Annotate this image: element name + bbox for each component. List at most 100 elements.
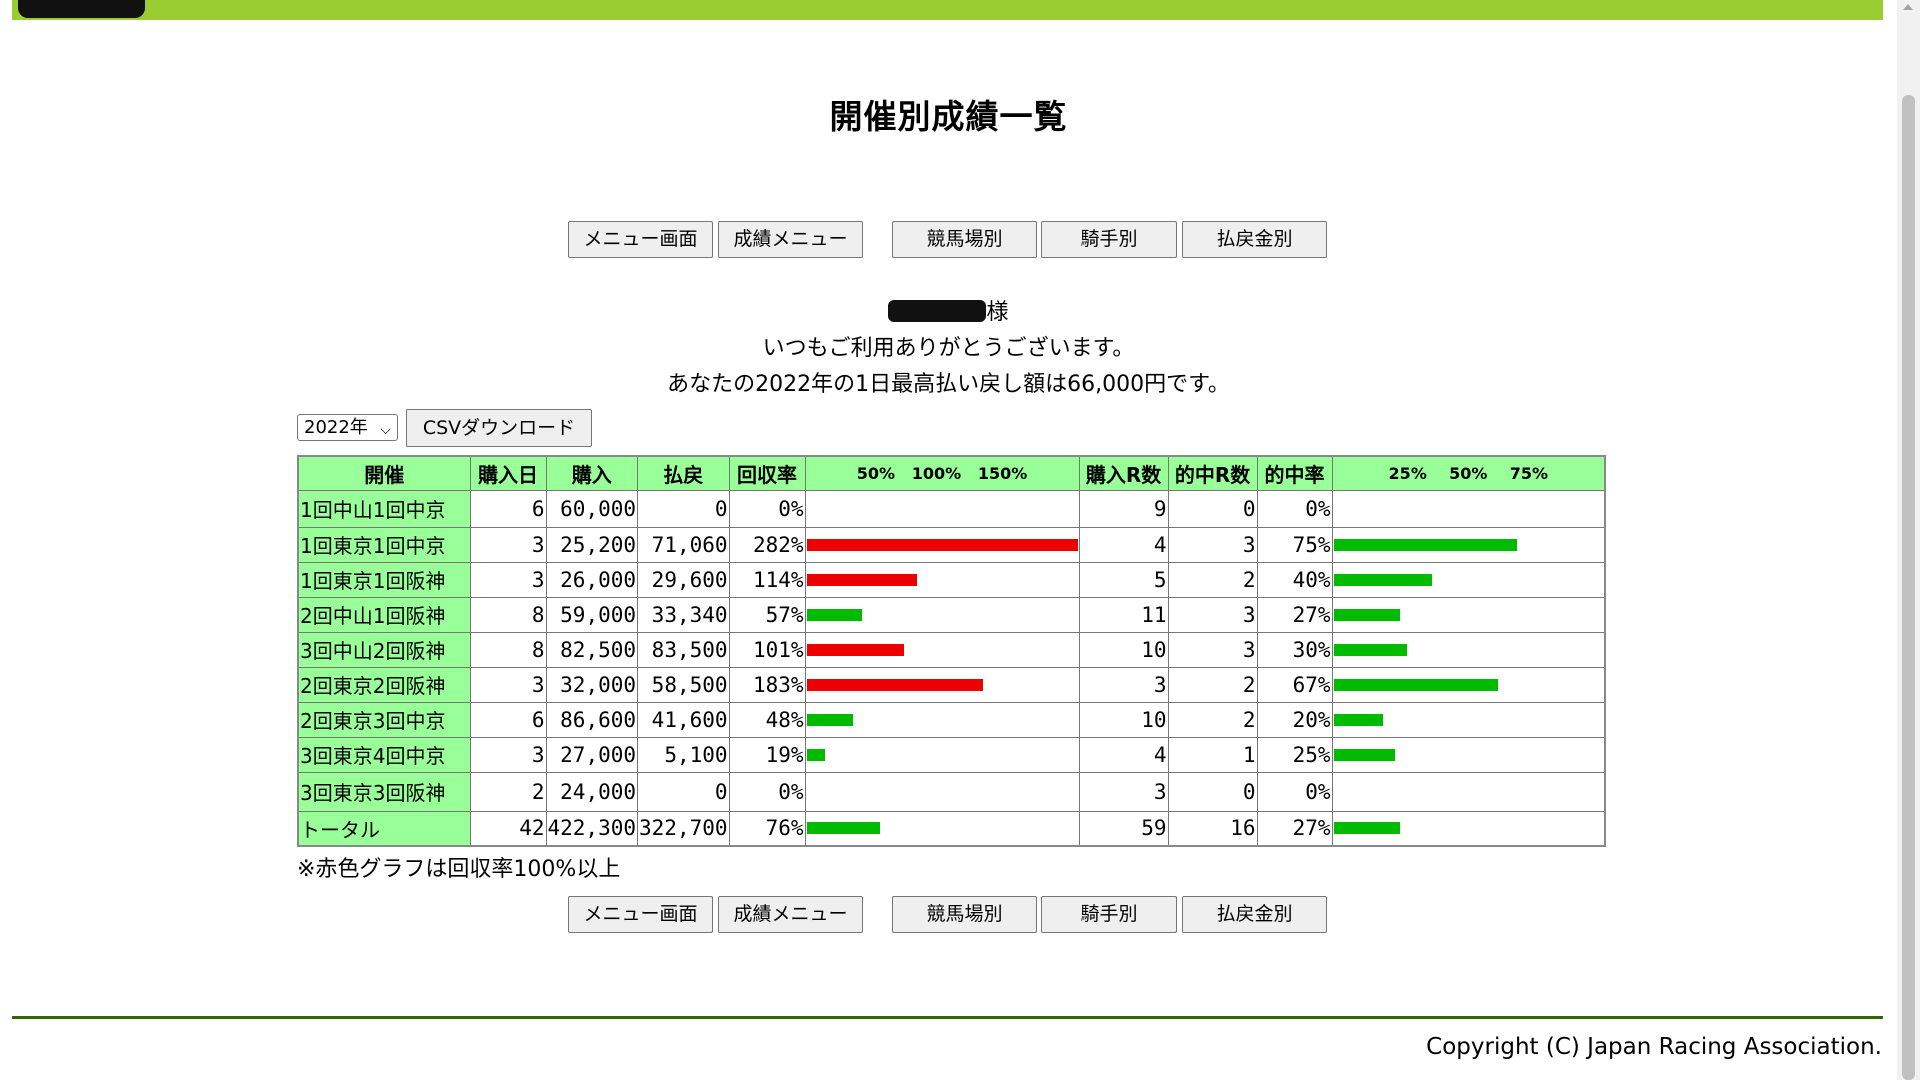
cell-return-rate-graph [804, 810, 1080, 847]
cell-meeting: 1回中山1回中京 [297, 489, 471, 528]
table-row: 1回東京1回阪神 3 26,000 29,600 114% 5 2 40% [297, 561, 1606, 598]
by-jockey-button[interactable]: 騎手別 [1041, 221, 1177, 258]
cell-races-bought: 59 [1078, 810, 1169, 847]
cell-purchase-days: 6 [469, 701, 547, 738]
by-payout-button[interactable]: 払戻金別 [1182, 896, 1327, 933]
col-return-rate-graph: 50% 100% 150% [804, 455, 1080, 491]
honorific: 様 [986, 300, 1009, 325]
cell-hit-rate: 20% [1256, 701, 1333, 738]
by-jockey-button[interactable]: 騎手別 [1041, 896, 1177, 933]
table-row: 3回東京4回中京 3 27,000 5,100 19% 4 1 25% [297, 736, 1606, 773]
page: 開催別成績一覧 メニュー画面 成績メニュー 競馬場別 騎手別 払戻金別 様 いつ… [0, 0, 1897, 1080]
greeting: 様 いつもご利用ありがとうございます。 あなたの2022年の1日最高払い戻し額は… [0, 295, 1897, 403]
cell-hit-rate-graph [1331, 489, 1606, 528]
hit-rate-bar [1333, 822, 1400, 835]
by-racecourse-button[interactable]: 競馬場別 [892, 221, 1037, 258]
chevron-down-icon: ⌵ [380, 422, 391, 438]
redacted-logo [18, 0, 145, 18]
return-rate-bar [806, 822, 880, 835]
cell-return-rate-graph [804, 526, 1080, 563]
cell-races-hit: 2 [1167, 666, 1258, 703]
col-hit-rate-graph: 25% 50% 75% [1331, 455, 1606, 491]
graph-note: ※赤色グラフは回収率100%以上 [297, 857, 621, 882]
cell-purchase: 59,000 [545, 596, 639, 633]
cell-hit-rate: 67% [1256, 666, 1333, 703]
by-racecourse-button[interactable]: 競馬場別 [892, 896, 1037, 933]
cell-races-hit: 2 [1167, 701, 1258, 738]
cell-hit-rate-graph [1331, 701, 1606, 738]
footer-divider [12, 1016, 1883, 1019]
cell-races-hit: 3 [1167, 526, 1258, 563]
results-menu-button[interactable]: 成績メニュー [718, 221, 863, 258]
cell-hit-rate-graph [1331, 736, 1606, 773]
results-table: 開催 購入日 購入 払戻 回収率 50% 100% 150% 購入R数 的中R数… [297, 455, 1607, 847]
cell-purchase-days: 8 [469, 596, 547, 633]
menu-screen-button[interactable]: メニュー画面 [568, 896, 713, 933]
cell-purchase-days: 3 [469, 526, 547, 563]
cell-meeting: 3回中山2回阪神 [297, 631, 471, 668]
cell-purchase-days: 8 [469, 631, 547, 668]
page-title: 開催別成績一覧 [829, 97, 1068, 136]
scrollbar-thumb[interactable] [1902, 95, 1915, 1080]
cell-purchase: 27,000 [545, 736, 639, 773]
cell-purchase-days: 6 [469, 489, 547, 528]
hit-rate-bar [1333, 608, 1400, 621]
cell-purchase-days: 42 [469, 810, 547, 847]
cell-payout: 322,700 [637, 810, 730, 847]
cell-hit-rate: 40% [1256, 561, 1333, 598]
csv-download-button[interactable]: CSVダウンロード [406, 409, 592, 447]
cell-races-hit: 3 [1167, 631, 1258, 668]
cell-return-rate: 48% [728, 701, 806, 738]
cell-hit-rate-graph [1331, 526, 1606, 563]
cell-purchase-days: 3 [469, 736, 547, 773]
header-bar [12, 0, 1883, 20]
redacted-user-name [888, 300, 987, 322]
cell-races-bought: 5 [1078, 561, 1169, 598]
cell-meeting: 1回東京1回阪神 [297, 561, 471, 598]
cell-races-bought: 10 [1078, 701, 1169, 738]
max-payout-prefix: あなたの [667, 372, 756, 397]
menu-screen-button[interactable]: メニュー画面 [568, 221, 713, 258]
col-payout: 払戻 [637, 455, 730, 491]
cell-hit-rate: 27% [1256, 596, 1333, 633]
cell-return-rate-graph [804, 701, 1080, 738]
return-rate-bar [806, 678, 983, 691]
cell-return-rate: 0% [728, 771, 806, 812]
cell-hit-rate: 0% [1256, 489, 1333, 528]
vertical-scrollbar[interactable] [1897, 0, 1920, 1080]
cell-return-rate: 183% [728, 666, 806, 703]
cell-purchase-days: 3 [469, 561, 547, 598]
table-row: 1回中山1回中京 6 60,000 0 0% 9 0 0% [297, 489, 1606, 528]
col-return-rate: 回収率 [728, 455, 806, 491]
cell-return-rate: 76% [728, 810, 806, 847]
cell-return-rate: 19% [728, 736, 806, 773]
results-menu-button[interactable]: 成績メニュー [718, 896, 863, 933]
by-payout-button[interactable]: 払戻金別 [1182, 221, 1327, 258]
table-row: 2回東京3回中京 6 86,600 41,600 48% 10 2 20% [297, 701, 1606, 738]
cell-return-rate-graph [804, 771, 1080, 812]
cell-hit-rate-graph [1331, 771, 1606, 812]
cell-payout: 71,060 [637, 526, 730, 563]
cell-races-hit: 16 [1167, 810, 1258, 847]
table-body: 1回中山1回中京 6 60,000 0 0% 9 0 0% 1回東京1回中京 3 25,200 71,… [297, 489, 1606, 847]
cell-races-hit: 0 [1167, 771, 1258, 812]
scroll-up-arrow-icon[interactable] [1903, 4, 1913, 10]
cell-races-bought: 10 [1078, 631, 1169, 668]
col-races-bought: 購入R数 [1078, 455, 1169, 491]
cell-return-rate-graph [804, 561, 1080, 598]
cell-hit-rate: 30% [1256, 631, 1333, 668]
cell-races-bought: 9 [1078, 489, 1169, 528]
cell-return-rate-graph [804, 736, 1080, 773]
hit-rate-bar [1333, 678, 1498, 691]
cell-return-rate-graph [804, 596, 1080, 633]
return-rate-bar [806, 748, 825, 761]
hit-rate-bar [1333, 573, 1432, 586]
year-select[interactable]: 2022年 ⌵ [297, 414, 398, 441]
cell-meeting: トータル [297, 810, 471, 847]
cell-purchase: 25,200 [545, 526, 639, 563]
table-row: 2回中山1回阪神 8 59,000 33,340 57% 11 3 27% [297, 596, 1606, 633]
cell-purchase: 82,500 [545, 631, 639, 668]
max-payout-middle: の1日最高払い戻し額は [833, 372, 1068, 397]
table-row: 2回東京2回阪神 3 32,000 58,500 183% 3 2 67% [297, 666, 1606, 703]
col-meeting: 開催 [297, 455, 471, 491]
